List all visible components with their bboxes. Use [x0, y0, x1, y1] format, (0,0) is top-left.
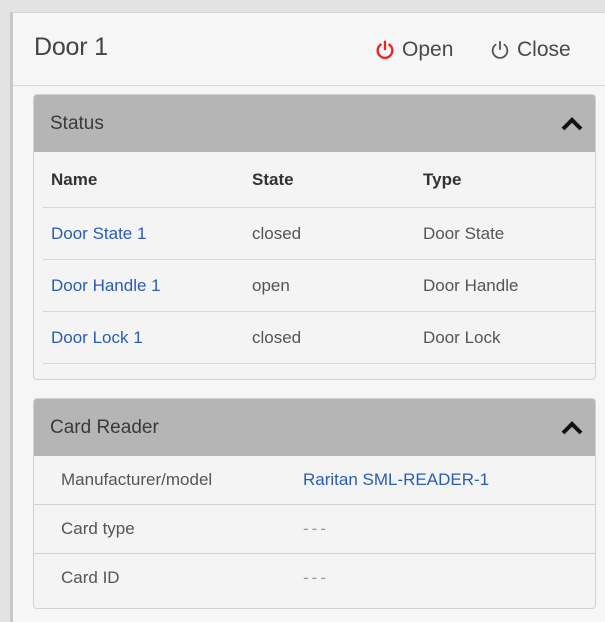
info-row: Card ID --- [34, 554, 595, 603]
card-type-value: --- [303, 504, 595, 554]
table-row: Door Handle 1 open Door Handle [43, 259, 595, 312]
table-row: Door State 1 closed Door State [43, 207, 595, 260]
close-button[interactable]: Close [489, 37, 571, 63]
open-button[interactable]: Open [374, 37, 453, 63]
card-reader-panel-header[interactable]: Card Reader [34, 399, 595, 456]
sensor-link-door-lock[interactable]: Door Lock 1 [43, 311, 244, 364]
power-icon [376, 40, 394, 59]
chevron-up-icon[interactable] [559, 114, 585, 134]
card-reader-panel: Card Reader Manufacturer/model Raritan S… [33, 398, 596, 609]
table-row: Door Lock 1 closed Door Lock [43, 311, 595, 364]
page-header: Door 1 Open Close [13, 13, 605, 86]
state-cell: closed [244, 207, 415, 260]
manufacturer-model-link[interactable]: Raritan SML-READER-1 [303, 456, 595, 505]
info-row: Manufacturer/model Raritan SML-READER-1 [34, 456, 595, 505]
info-label: Card type [34, 504, 303, 554]
info-row: Card type --- [34, 504, 595, 554]
page-title: Door 1 [34, 33, 108, 61]
status-panel-title: Status [50, 113, 104, 134]
sensor-link-door-state[interactable]: Door State 1 [43, 207, 244, 260]
info-label: Card ID [61, 568, 120, 587]
table-header-row: Name State Type [43, 152, 595, 208]
type-cell: Door Handle [415, 259, 595, 312]
status-panel: Status Name State Type Door State 1 clos… [33, 94, 596, 380]
card-id-value: --- [303, 568, 329, 587]
state-cell: open [244, 259, 415, 312]
door-detail-window: Door 1 Open Close Status Name State Type… [10, 12, 605, 622]
column-header-type[interactable]: Type [415, 152, 595, 208]
open-label: Open [402, 38, 454, 61]
column-header-name[interactable]: Name [43, 152, 244, 208]
status-table: Name State Type Door State 1 closed Door… [43, 152, 595, 364]
state-cell: closed [244, 311, 415, 364]
card-reader-table: Manufacturer/model Raritan SML-READER-1 … [34, 456, 595, 602]
status-panel-header[interactable]: Status [34, 95, 595, 152]
sensor-link-door-handle[interactable]: Door Handle 1 [43, 259, 244, 312]
column-header-state[interactable]: State [244, 152, 415, 208]
type-cell: Door State [415, 207, 595, 260]
card-reader-panel-title: Card Reader [50, 417, 159, 438]
type-cell: Door Lock [415, 311, 595, 364]
chevron-up-icon[interactable] [559, 418, 585, 438]
close-label: Close [517, 38, 571, 61]
info-label: Manufacturer/model [34, 456, 303, 505]
power-icon [491, 40, 509, 59]
